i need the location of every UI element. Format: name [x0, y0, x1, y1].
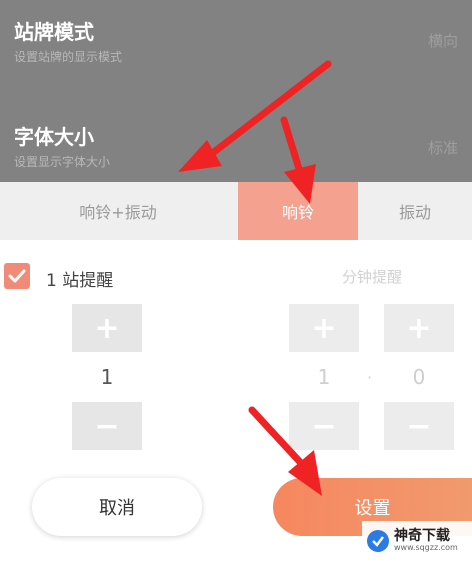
decrement-button[interactable]: −	[289, 402, 359, 450]
watermark-url: www.sqgzz.com	[394, 543, 458, 553]
station-count-stepper: + 1 −	[72, 304, 142, 450]
setting-row-sign-mode[interactable]: 站牌模式 设置站牌的显示模式 横向	[0, 0, 472, 91]
station-count-label: 1	[46, 271, 57, 291]
settings-list-backdrop: 站牌模式 设置站牌的显示模式 横向 字体大小 设置显示字体大小 标准	[0, 0, 472, 182]
setting-subtitle: 设置显示字体大小	[14, 155, 111, 169]
decrement-button[interactable]: −	[72, 402, 142, 450]
time-right-value: 0	[384, 352, 454, 402]
tab-vibrate[interactable]: 振动	[358, 182, 472, 240]
tab-ring[interactable]: 响铃	[238, 182, 358, 240]
watermark-logo-icon	[367, 530, 389, 552]
setting-title: 站牌模式	[14, 20, 94, 44]
setting-value: 标准	[427, 139, 458, 157]
cancel-button[interactable]: 取消	[32, 478, 202, 536]
decrement-button[interactable]: −	[384, 402, 454, 450]
tab-ring-vibrate[interactable]: 响铃+振动	[0, 182, 236, 240]
station-count-value: 1	[72, 352, 142, 402]
setting-title: 字体大小	[14, 125, 94, 149]
checkmark-icon	[8, 269, 26, 283]
setting-value: 横向	[427, 32, 458, 50]
watermark: 神奇下载 www.sqgzz.com	[362, 521, 472, 561]
time-left-value: 1	[289, 352, 359, 402]
time-separator: ·	[367, 368, 373, 387]
increment-button[interactable]: +	[384, 304, 454, 352]
increment-button[interactable]: +	[72, 304, 142, 352]
time-reminder-label: 分钟提醒	[342, 268, 403, 286]
time-left-stepper: + 1 −	[289, 304, 359, 450]
time-right-stepper: + 0 −	[384, 304, 454, 450]
setting-row-font-size[interactable]: 字体大小 设置显示字体大小 标准	[0, 91, 472, 182]
increment-button[interactable]: +	[289, 304, 359, 352]
setting-subtitle: 设置站牌的显示模式	[14, 50, 123, 64]
station-unit-label: 站提醒	[62, 271, 114, 291]
reminder-mode-tabs: 响铃+振动 响铃 振动	[0, 182, 472, 241]
station-reminder-label: 1 站提醒	[46, 266, 113, 291]
station-reminder-checkbox[interactable]	[4, 263, 30, 289]
watermark-name: 神奇下载	[394, 527, 450, 544]
